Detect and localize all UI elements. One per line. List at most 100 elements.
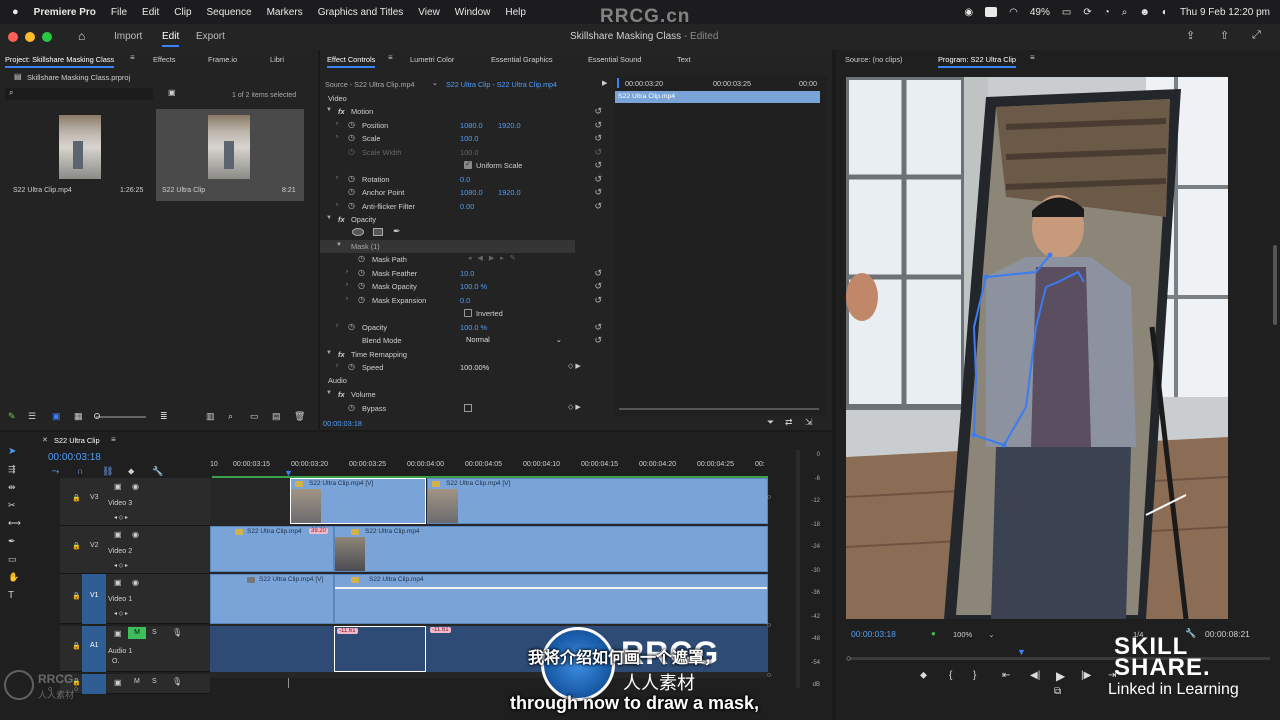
freeform-view-icon[interactable]: ▦ <box>74 411 83 422</box>
mic-icon[interactable]: 🎙 <box>172 628 182 637</box>
menu-edit[interactable]: Edit <box>142 7 159 18</box>
twirl-icon[interactable]: › <box>336 175 338 181</box>
film-icon[interactable]: ▣ <box>114 530 122 539</box>
ripple-icon[interactable]: ⇄ <box>785 417 793 428</box>
step-back-icon[interactable]: ◀| <box>1030 670 1040 681</box>
panel-menu-icon[interactable]: ≡ <box>388 53 393 62</box>
source-patch-a1[interactable]: A1 <box>82 626 106 672</box>
go-to-in-icon[interactable]: ⇤ <box>1002 670 1010 681</box>
effect-row-volume[interactable]: ▼ fx Volume <box>320 388 608 401</box>
stopwatch-icon[interactable]: ◷ <box>358 268 365 277</box>
keyframe-nav[interactable]: ◂ ◇ ▸ <box>114 610 128 617</box>
mask-path-tracking-controls[interactable]: ◂◀▶▸✎ <box>468 254 522 262</box>
stopwatch-icon[interactable]: ◷ <box>348 174 355 183</box>
menu-view[interactable]: View <box>418 7 440 18</box>
bypass-checkbox[interactable] <box>464 403 472 412</box>
user-icon[interactable]: ☻ <box>1139 7 1150 18</box>
list-view-icon[interactable]: ☰ <box>28 411 36 422</box>
pencil-icon[interactable]: ✎ <box>8 411 16 422</box>
effect-row-mask[interactable]: ▼ Mask (1) <box>320 239 575 253</box>
panel-menu-icon[interactable]: ≡ <box>111 435 116 444</box>
menu-sequence[interactable]: Sequence <box>207 7 252 18</box>
solo-button[interactable]: S <box>152 629 157 636</box>
film-icon[interactable]: ▣ <box>114 678 122 687</box>
type-tool-icon[interactable]: T <box>8 590 14 601</box>
mark-out-icon[interactable]: } <box>973 670 976 681</box>
tab-program-monitor[interactable]: Program: S22 Ultra Clip <box>938 55 1017 68</box>
twirl-icon[interactable]: › <box>336 202 338 208</box>
tab-essential-graphics[interactable]: Essential Graphics <box>491 55 553 64</box>
reset-icon[interactable]: ↺ <box>594 106 602 117</box>
anchor-y-value[interactable]: 1920.0 <box>498 188 521 197</box>
twirl-icon[interactable]: ▼ <box>326 107 332 113</box>
reset-icon[interactable]: ↺ <box>594 268 602 279</box>
uniform-scale-checkbox[interactable]: ✓ <box>464 161 472 169</box>
lock-icon[interactable]: 🔒 <box>72 542 81 550</box>
effect-row-mask-opacity[interactable]: › ◷ Mask Opacity 100.0 % ↺ <box>320 280 608 293</box>
ec-playhead[interactable] <box>617 78 619 88</box>
twirl-icon[interactable]: ▼ <box>336 242 342 248</box>
zoom-slider[interactable] <box>94 413 146 419</box>
track-select-tool-icon[interactable]: ⇶ <box>8 464 16 475</box>
effect-row-uniform-scale[interactable]: ✓ Uniform Scale ↺ <box>320 159 608 172</box>
lock-icon[interactable]: 🔒 <box>72 642 81 650</box>
step-forward-icon[interactable]: |▶ <box>1081 670 1091 681</box>
wrench-icon[interactable]: 🔧 <box>152 466 163 477</box>
lift-icon[interactable]: ⧉ <box>1054 686 1061 697</box>
fullscreen-icon[interactable]: ⤢ <box>1252 29 1261 42</box>
menu-markers[interactable]: Markers <box>267 7 303 18</box>
close-window-button[interactable] <box>8 32 18 42</box>
tab-frameio[interactable]: Frame.io <box>208 55 237 64</box>
mute-button-a2[interactable]: M <box>134 678 140 685</box>
export-frame-icon[interactable]: ⇲ <box>805 417 813 428</box>
chevron-down-icon[interactable]: ⌄ <box>432 79 438 87</box>
effect-row-time-remapping[interactable]: ▼ fx Time Remapping <box>320 348 608 361</box>
keyframe-nav[interactable]: ◇ ▶ <box>568 403 581 411</box>
source-patch-v1[interactable]: V1 <box>82 574 106 624</box>
volume-knob[interactable]: O. <box>112 658 119 665</box>
opacity-rubberband[interactable] <box>335 587 767 589</box>
quick-export-icon[interactable]: ⇪ <box>1186 29 1195 42</box>
tab-source-monitor[interactable]: Source: (no clips) <box>845 55 903 64</box>
tab-text[interactable]: Text <box>677 55 691 64</box>
selection-tool-icon[interactable]: ➤ <box>8 446 16 457</box>
stopwatch-icon[interactable]: ◷ <box>358 281 365 290</box>
stopwatch-icon[interactable]: ◷ <box>348 133 355 142</box>
ec-timeline-clip[interactable]: S22 Ultra Clip.mp4 <box>615 91 820 103</box>
twirl-icon[interactable]: ▼ <box>326 390 332 396</box>
audio-clip-a[interactable]: -11.61 <box>334 626 426 672</box>
time-ruler[interactable]: 10 00:00:03:15 00:00:03:20 00:00:03:25 0… <box>210 456 770 476</box>
menu-app[interactable]: Premiere Pro <box>34 7 96 18</box>
find-icon[interactable]: ⌕ <box>228 411 233 422</box>
project-item[interactable]: S22 Ultra Clip.mp4 1:26:25 <box>5 107 153 201</box>
siri-icon[interactable]: ◐ <box>1162 7 1168 18</box>
effect-row-motion[interactable]: ▼ fx Motion ↺ <box>320 105 608 118</box>
track-header-v3[interactable]: 🔒 V3 ▣ ◉ Video 3 ◂ ◇ ▸ <box>60 478 210 526</box>
stopwatch-icon[interactable]: ◷ <box>348 201 355 210</box>
new-bin-icon[interactable]: ▣ <box>168 88 176 97</box>
menu-window[interactable]: Window <box>455 7 491 18</box>
program-scrollbar[interactable] <box>1273 245 1277 325</box>
panel-menu-icon[interactable]: ≡ <box>1030 53 1035 62</box>
ripple-tool-icon[interactable]: ⇹ <box>8 482 16 493</box>
linked-selection-icon[interactable]: ⛓ <box>102 466 113 477</box>
track-header-v1[interactable]: 🔒 V1 ▣ ◉ Video 1 ◂ ◇ ▸ <box>60 574 210 624</box>
eye-icon[interactable]: ◉ <box>132 482 139 491</box>
effect-row-bypass[interactable]: ◷ Bypass ◇ ▶ <box>320 402 608 415</box>
scale-value[interactable]: 100.0 <box>460 134 479 143</box>
workspace-import[interactable]: Import <box>114 31 142 42</box>
film-icon[interactable]: ▣ <box>114 629 122 638</box>
apple-icon[interactable]: ● <box>12 6 19 18</box>
inverted-checkbox[interactable] <box>464 309 472 317</box>
keyframe-nav[interactable]: ◇ ▶ <box>568 362 581 370</box>
scroll-handle[interactable]: ○ <box>767 672 771 679</box>
keyframe-nav[interactable]: ◂ ◇ ▸ <box>114 514 128 521</box>
trash-icon[interactable]: 🗑 <box>294 411 305 422</box>
twirl-icon[interactable]: › <box>336 134 338 140</box>
play-arrow-icon[interactable]: ▶ <box>602 79 607 87</box>
search-icon[interactable]: ⌕ <box>1122 7 1128 18</box>
stopwatch-icon[interactable]: ◷ <box>348 362 355 371</box>
sequence-clip-label[interactable]: S22 Ultra Clip - S22 Ultra Clip.mp4 <box>446 80 557 89</box>
snap-icon[interactable]: ⤳ <box>52 466 59 477</box>
filter-icon[interactable]: ⏷ <box>767 417 774 428</box>
